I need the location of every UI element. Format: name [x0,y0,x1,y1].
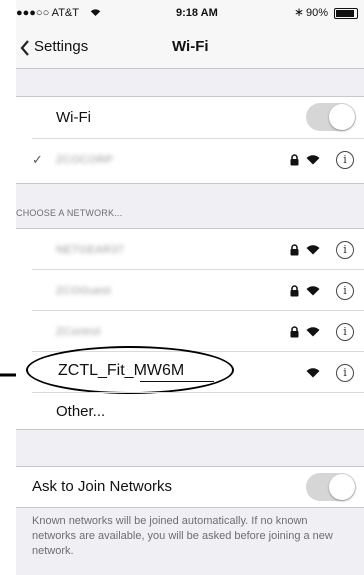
footer-description: Known networks will be joined automatica… [32,515,333,557]
ask-to-join-toggle[interactable] [306,473,356,501]
ask-to-join-label: Ask to Join Networks [32,478,173,495]
settings-screen: ●●●○○ AT&T 9:18 AM ∗ 90% Settings Wi-Fi … [16,0,364,575]
wifi-signal-icon [306,327,320,337]
section-header: CHOOSE A NETWORK... [16,208,123,218]
wifi-signal-icon [306,286,320,296]
network-name: ZCTL_Fit_MW6M [58,362,185,379]
navigation-bar: Settings Wi-Fi [16,26,364,69]
network-row-highlighted[interactable]: ZCTL_Fit_MW6M i [16,346,364,394]
network-row[interactable]: ZControl i [16,311,364,351]
network-info-icon[interactable]: i [336,323,354,341]
wifi-status-icon [90,9,101,17]
battery-icon [334,8,358,19]
battery-percent: 90% [306,7,329,19]
network-info-icon[interactable]: i [336,364,354,382]
wifi-signal-icon [306,155,320,165]
page-title: Wi-Fi [172,38,209,55]
network-info-icon[interactable]: i [336,282,354,300]
checkmark-icon: ✓ [32,152,43,167]
chevron-left-icon [20,40,29,56]
other-network-label: Other... [56,403,106,420]
connected-network-name: ZCOCORP [56,154,114,166]
back-button-label: Settings [34,38,89,55]
lock-icon [290,326,299,338]
clock: 9:18 AM [176,7,218,19]
network-name: ZCOGuest [56,285,111,297]
status-bar: ●●●○○ AT&T 9:18 AM ∗ 90% [16,0,364,26]
wifi-toggle-label: Wi-Fi [56,109,91,126]
network-name: NETGEAR37 [56,244,125,256]
network-info-icon[interactable]: i [336,241,354,259]
lock-icon [290,244,299,256]
bluetooth-icon: ∗ [294,5,305,19]
ask-to-join-row: Ask to Join Networks [16,466,364,508]
network-row[interactable]: NETGEAR37 i [16,229,364,269]
lock-icon [290,154,299,166]
connected-network-info-icon[interactable]: i [336,151,354,169]
network-row[interactable]: ZCOGuest i [16,270,364,310]
wifi-toggle[interactable] [306,103,356,131]
network-name-underline [140,381,214,382]
network-name: ZControl [56,326,101,338]
carrier-signal: ●●●○○ AT&T [16,7,79,19]
wifi-signal-icon [306,368,320,378]
wifi-signal-icon [306,245,320,255]
other-network-row[interactable]: Other... [16,393,364,429]
network-list: NETGEAR37 i ZCOGuest i ZControl i ZCTL_F… [16,228,364,430]
lock-icon [290,285,299,297]
wifi-group: Wi-Fi ✓ ZCOCORP i [16,96,364,184]
